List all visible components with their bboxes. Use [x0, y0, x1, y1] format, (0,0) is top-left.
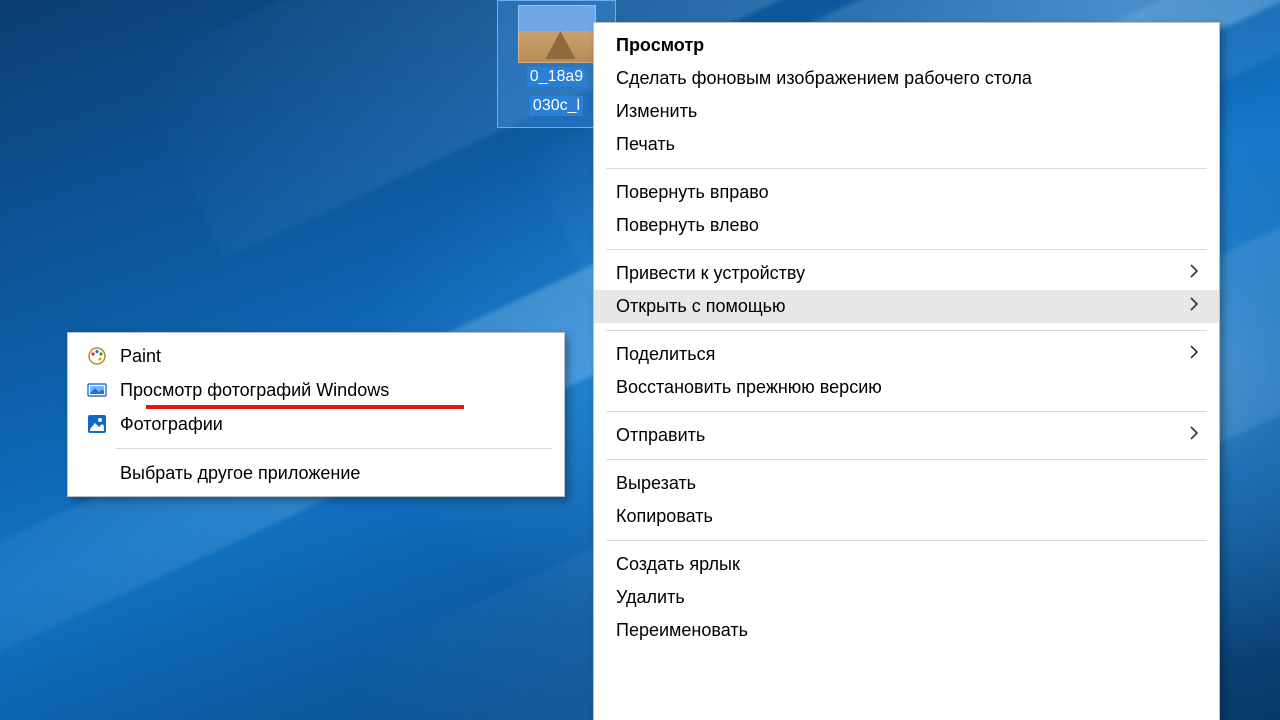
ctx-item-cast-to-device[interactable]: Привести к устройству	[594, 257, 1219, 290]
ctx-separator	[606, 540, 1207, 541]
ctx-item-rotate-left[interactable]: Повернуть влево	[594, 209, 1219, 242]
ctx-item-label: Просмотр	[616, 35, 1199, 56]
ctx-separator	[606, 249, 1207, 250]
photos-app-icon	[86, 413, 108, 435]
ctx-item-view[interactable]: Просмотр	[594, 29, 1219, 62]
ctx-separator	[606, 330, 1207, 331]
openwith-item-label: Выбрать другое приложение	[120, 463, 544, 484]
ctx-item-rename[interactable]: Переименовать	[594, 614, 1219, 647]
windows-photo-viewer-icon	[86, 379, 108, 401]
openwith-item-label: Фотографии	[120, 414, 544, 435]
ctx-item-label: Открыть с помощью	[616, 296, 1173, 317]
ctx-item-label: Печать	[616, 134, 1199, 155]
chevron-right-icon	[1189, 263, 1199, 284]
ctx-item-edit[interactable]: Изменить	[594, 95, 1219, 128]
ctx-item-set-wallpaper[interactable]: Сделать фоновым изображением рабочего ст…	[594, 62, 1219, 95]
openwith-item-choose-another-app[interactable]: Выбрать другое приложение	[68, 456, 564, 490]
ctx-item-rotate-right[interactable]: Повернуть вправо	[594, 176, 1219, 209]
ctx-separator	[606, 459, 1207, 460]
openwith-item-label: Просмотр фотографий Windows	[120, 380, 544, 401]
openwith-item-photos-app[interactable]: Фотографии	[68, 407, 564, 441]
ctx-item-delete[interactable]: Удалить	[594, 581, 1219, 614]
ctx-item-create-shortcut[interactable]: Создать ярлык	[594, 548, 1219, 581]
ctx-item-copy[interactable]: Копировать	[594, 500, 1219, 533]
file-context-menu: Просмотр Сделать фоновым изображением ра…	[593, 22, 1220, 720]
ctx-item-label: Поделиться	[616, 344, 1173, 365]
submenu-separator	[116, 448, 552, 449]
ctx-item-share[interactable]: Поделиться	[594, 338, 1219, 371]
file-thumbnail	[518, 5, 596, 63]
ctx-item-label: Восстановить прежнюю версию	[616, 377, 1199, 398]
open-with-submenu: Paint Просмотр фотографий Windows	[67, 332, 565, 497]
ctx-item-label: Отправить	[616, 425, 1173, 446]
ctx-item-send-to[interactable]: Отправить	[594, 419, 1219, 452]
file-name-line2: 030c_l	[530, 96, 583, 116]
chevron-right-icon	[1189, 425, 1199, 446]
ctx-separator	[606, 168, 1207, 169]
openwith-item-label: Paint	[120, 346, 544, 367]
ctx-item-label: Повернуть вправо	[616, 182, 1199, 203]
openwith-item-paint[interactable]: Paint	[68, 339, 564, 373]
blank-icon	[86, 462, 108, 484]
ctx-item-print[interactable]: Печать	[594, 128, 1219, 161]
ctx-item-label: Создать ярлык	[616, 554, 1199, 575]
ctx-item-label: Удалить	[616, 587, 1199, 608]
openwith-item-windows-photo-viewer[interactable]: Просмотр фотографий Windows	[68, 373, 564, 407]
ctx-item-label: Привести к устройству	[616, 263, 1173, 284]
ctx-item-label: Сделать фоновым изображением рабочего ст…	[616, 68, 1199, 89]
chevron-right-icon	[1189, 344, 1199, 365]
ctx-item-cut[interactable]: Вырезать	[594, 467, 1219, 500]
ctx-item-label: Вырезать	[616, 473, 1199, 494]
ctx-item-label: Копировать	[616, 506, 1199, 527]
file-name-line1: 0_18a9	[527, 67, 586, 87]
ctx-separator	[606, 411, 1207, 412]
ctx-item-label: Повернуть влево	[616, 215, 1199, 236]
ctx-item-open-with[interactable]: Открыть с помощью	[594, 290, 1219, 323]
desktop[interactable]: 0_18a9 030c_l Просмотр Сделать фоновым и…	[0, 0, 1280, 720]
chevron-right-icon	[1189, 296, 1199, 317]
ctx-item-restore-previous-version[interactable]: Восстановить прежнюю версию	[594, 371, 1219, 404]
ctx-item-label: Переименовать	[616, 620, 1199, 641]
paint-icon	[86, 345, 108, 367]
ctx-item-label: Изменить	[616, 101, 1199, 122]
